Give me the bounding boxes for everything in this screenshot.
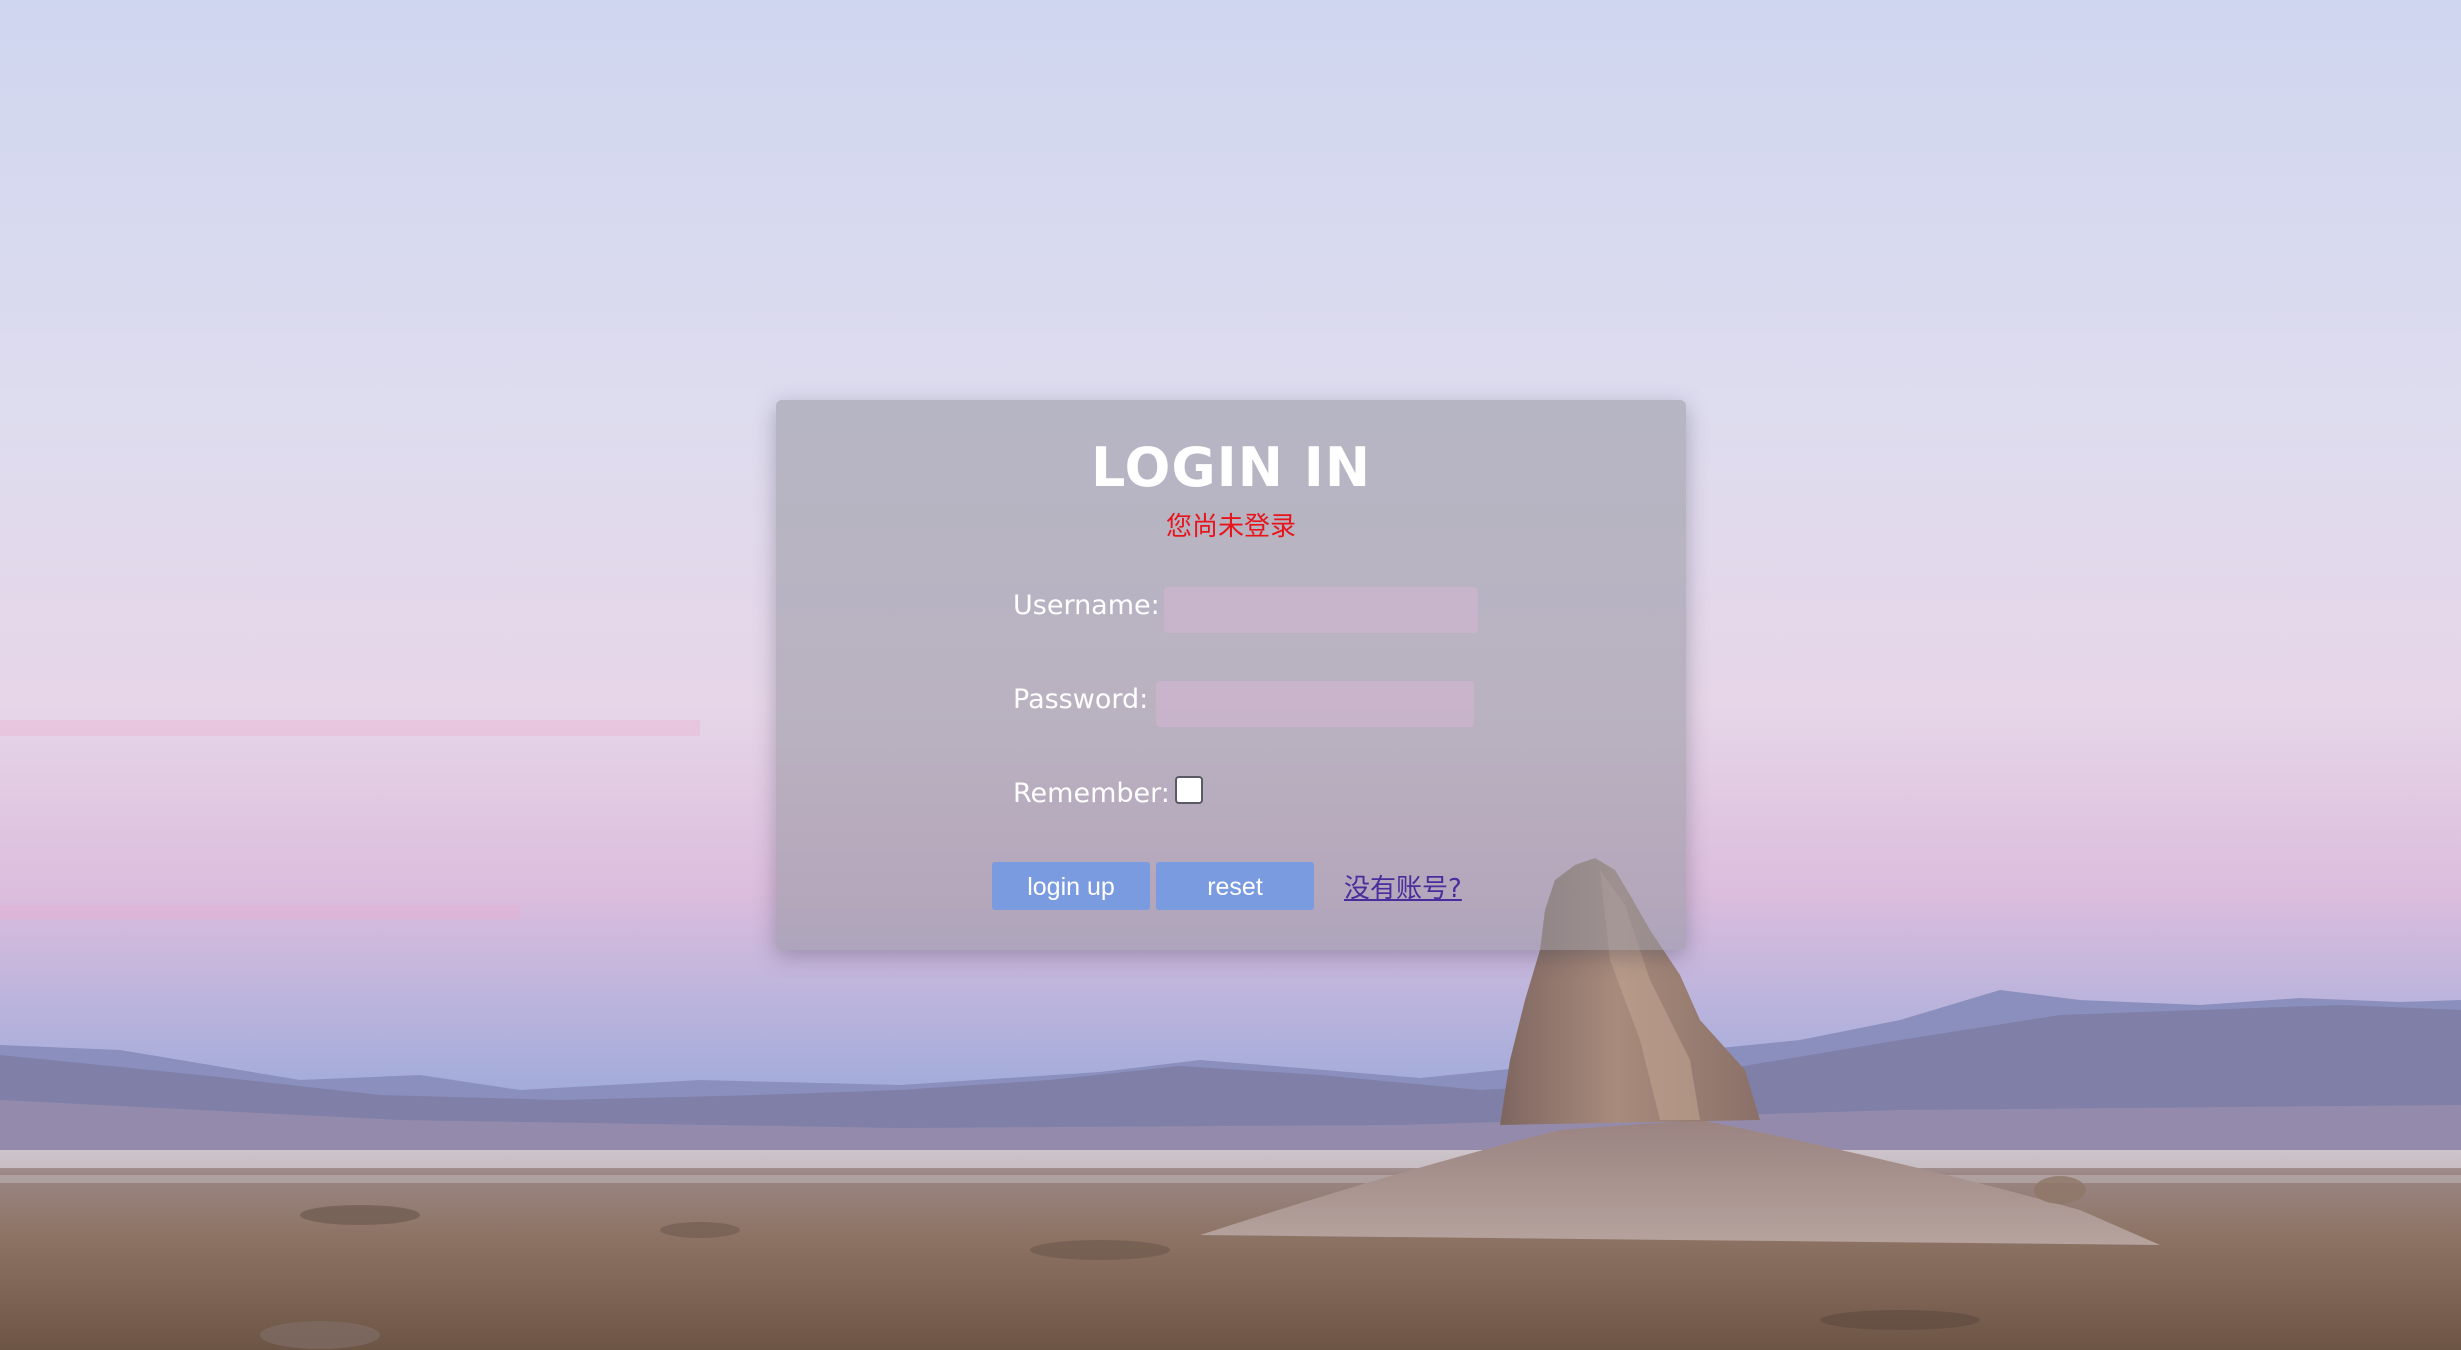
password-input[interactable]	[1156, 681, 1474, 727]
login-card: LOGIN IN 您尚未登录 Username: Password: Remem…	[776, 400, 1686, 950]
remember-checkbox[interactable]	[1175, 776, 1203, 804]
password-label: Password:	[1013, 684, 1149, 715]
login-button[interactable]: login up	[992, 862, 1150, 910]
username-label: Username:	[1013, 590, 1160, 621]
login-title: LOGIN IN	[1090, 436, 1372, 499]
username-input[interactable]	[1164, 587, 1478, 633]
remember-label: Remember:	[1013, 778, 1170, 809]
register-link[interactable]: 没有账号?	[1344, 868, 1462, 905]
login-status-message: 您尚未登录	[1165, 512, 1296, 542]
reset-button[interactable]: reset	[1156, 862, 1314, 910]
